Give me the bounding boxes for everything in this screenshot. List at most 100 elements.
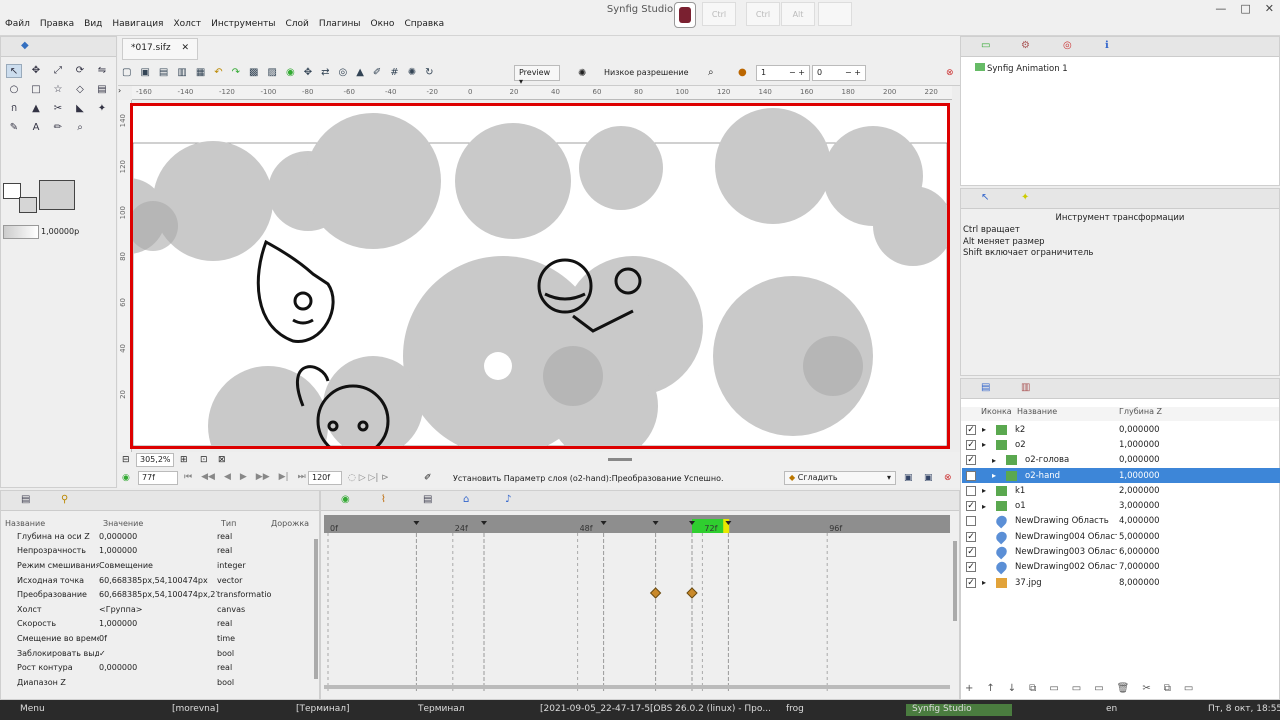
undo-icon[interactable]: ↶: [214, 67, 222, 78]
layer-visibility-checkbox[interactable]: ✓: [966, 562, 976, 573]
param-row[interactable]: Режим смешивания Совмещение integer: [3, 558, 315, 573]
bone-tool-icon[interactable]: ✦: [94, 102, 110, 116]
menu-item[interactable]: Холст: [168, 16, 206, 36]
taskbar-item[interactable]: Терминал: [418, 704, 465, 714]
taskbar-item[interactable]: [Терминал]: [296, 704, 350, 714]
library-tab-icon[interactable]: ⚲: [61, 494, 68, 505]
expander-icon[interactable]: ▸: [982, 456, 996, 465]
fill-tool-icon[interactable]: ▲: [28, 102, 44, 116]
expander-icon[interactable]: ▸: [982, 502, 996, 511]
layer-row[interactable]: ✓ ▸ k2 0,000000: [962, 422, 1280, 437]
layer-visibility-checkbox[interactable]: [966, 516, 976, 527]
menu-item[interactable]: Навигация: [107, 16, 168, 36]
maximize-icon[interactable]: □: [1240, 2, 1250, 15]
redo-icon[interactable]: ↷: [232, 67, 240, 78]
next-frame-icon[interactable]: ▶▶: [256, 472, 270, 482]
interpolation-dropdown[interactable]: ◆ Сгладить ▾: [784, 471, 896, 485]
canvas-browser-item[interactable]: Synfig Animation 1: [975, 63, 1068, 74]
expander-icon[interactable]: ▸: [982, 440, 996, 449]
group-layer-icon[interactable]: ▭: [1049, 683, 1058, 694]
zoom-tool-icon[interactable]: ⌕: [72, 121, 88, 135]
time-ruler[interactable]: [324, 515, 950, 533]
taskbar-item[interactable]: Synfig Studio: [906, 704, 1012, 716]
onion-past-field[interactable]: 1− +: [756, 65, 810, 81]
layer-row[interactable]: ✓ ▸ o1 3,000000: [962, 499, 1280, 514]
navigator-tab-icon[interactable]: ⚙: [1021, 40, 1030, 51]
animation-toggle-icon[interactable]: ⊗: [944, 473, 952, 483]
toggle-bones-icon[interactable]: ▲: [356, 67, 364, 78]
toggle-ducks-icon[interactable]: ✥: [304, 67, 312, 78]
menu-item[interactable]: Плагины: [314, 16, 366, 36]
lowres-zoom-icon[interactable]: ⌕: [708, 67, 714, 78]
canvas-browser-tab-icon[interactable]: ▭: [981, 40, 990, 51]
star-tool-icon[interactable]: ☆: [50, 83, 66, 97]
transform-tool-icon[interactable]: ↖: [6, 64, 22, 78]
rotate-tool-icon[interactable]: ⟳: [72, 64, 88, 78]
lowres-label[interactable]: Низкое разрешение: [604, 68, 689, 77]
animation-mode-icon[interactable]: ◉: [122, 473, 130, 483]
layer-visibility-checkbox[interactable]: ✓: [966, 470, 976, 481]
width-tool-icon[interactable]: ◣: [72, 102, 88, 116]
expander-icon[interactable]: ▸: [982, 471, 996, 480]
duplicate-layer-icon[interactable]: ⧉: [1029, 683, 1036, 694]
brushes-tab-icon[interactable]: ✦: [1021, 192, 1029, 203]
menu-item[interactable]: Инструменты: [206, 16, 280, 36]
param-value[interactable]: 0,000000: [99, 663, 217, 672]
preview-render-icon[interactable]: ▨: [268, 67, 277, 78]
param-value[interactable]: 1,000000: [99, 546, 217, 555]
grid-icon[interactable]: #: [390, 67, 398, 78]
layer-row[interactable]: ✓ NewDrawing002 Область 7,000000: [962, 559, 1280, 575]
render-icon[interactable]: ▩: [249, 67, 258, 78]
toggle-width-icon[interactable]: ◎: [338, 67, 347, 78]
copy-icon[interactable]: ⧉: [1164, 683, 1171, 694]
background-icon[interactable]: ✺: [578, 68, 586, 79]
play-icon[interactable]: ▶: [240, 472, 247, 482]
save-all-icon[interactable]: ▦: [196, 67, 205, 78]
open-file-icon[interactable]: ▣: [140, 67, 149, 78]
layer-row[interactable]: ✓ ▸ o2 1,000000: [962, 437, 1280, 452]
paste-icon[interactable]: ▭: [1184, 683, 1193, 694]
text-tool-icon[interactable]: A: [28, 121, 44, 135]
lower-layer-icon[interactable]: ↓: [1008, 683, 1016, 694]
layer-row[interactable]: ✓ ▸ o2-hand 1,000000: [962, 467, 1280, 484]
layer-visibility-checkbox[interactable]: [966, 485, 976, 496]
canvas-stage[interactable]: [130, 103, 950, 449]
layer-row[interactable]: ✓ NewDrawing004 Область 5,000000: [962, 529, 1280, 545]
param-value[interactable]: 0,000000: [99, 532, 217, 541]
encapsulate-icon[interactable]: ▭: [1072, 683, 1081, 694]
save-icon[interactable]: ▤: [159, 67, 168, 78]
layer-visibility-checkbox[interactable]: ✓: [966, 577, 976, 588]
zoom-100-icon[interactable]: ⊡: [200, 455, 208, 465]
stop-render-icon[interactable]: ⊗: [946, 68, 954, 78]
param-value[interactable]: 0f: [99, 634, 217, 643]
param-value[interactable]: 60,668385px,54,100474px,27: [99, 590, 217, 599]
cut-icon[interactable]: ✂: [1142, 683, 1150, 694]
layer-row[interactable]: ✓ ▸ o2-голова 0,000000: [962, 453, 1280, 468]
taskbar-item[interactable]: [2021-09-05_22-47-17-5...: [540, 704, 659, 714]
language-indicator[interactable]: en: [1106, 704, 1117, 714]
lock-past-icon[interactable]: ▣: [904, 473, 913, 483]
menu-item[interactable]: Справка: [399, 16, 449, 36]
minimize-icon[interactable]: —: [1215, 2, 1226, 15]
layer-visibility-checkbox[interactable]: ✓: [966, 424, 976, 435]
onion-skin-icon[interactable]: ✐: [373, 67, 381, 78]
taskbar-item[interactable]: [OBS 26.0.2 (linux) - Про...: [650, 704, 771, 714]
close-icon[interactable]: ✕: [1265, 2, 1274, 15]
spline-tool-icon[interactable]: ก: [6, 102, 22, 116]
params-tab-icon[interactable]: ▤: [21, 494, 30, 505]
menu-item[interactable]: Окно: [366, 16, 400, 36]
sound-tab-icon[interactable]: ♪: [505, 494, 511, 505]
bounds-icon[interactable]: ◌ ▷ ▷| ⊳: [348, 473, 389, 483]
curves-tab-icon[interactable]: ⌇: [381, 494, 386, 505]
layer-row[interactable]: ✓ ▸ 37.jpg 8,000000: [962, 575, 1280, 590]
current-frame-field[interactable]: 77f: [138, 471, 178, 485]
fill-color-swatch[interactable]: [19, 197, 37, 213]
delete-layer-icon[interactable]: 🗑: [1117, 683, 1130, 694]
waypoint[interactable]: [649, 587, 662, 599]
expander-icon[interactable]: ▸: [982, 486, 996, 495]
keyframes-tab-icon[interactable]: ▤: [423, 494, 432, 505]
taskbar-item[interactable]: frog: [786, 704, 804, 714]
zoom-out-icon[interactable]: ⊟: [122, 455, 130, 465]
zoom-fit-icon[interactable]: ⊠: [218, 455, 226, 465]
tool-options-tab-icon[interactable]: ↖: [981, 192, 989, 203]
